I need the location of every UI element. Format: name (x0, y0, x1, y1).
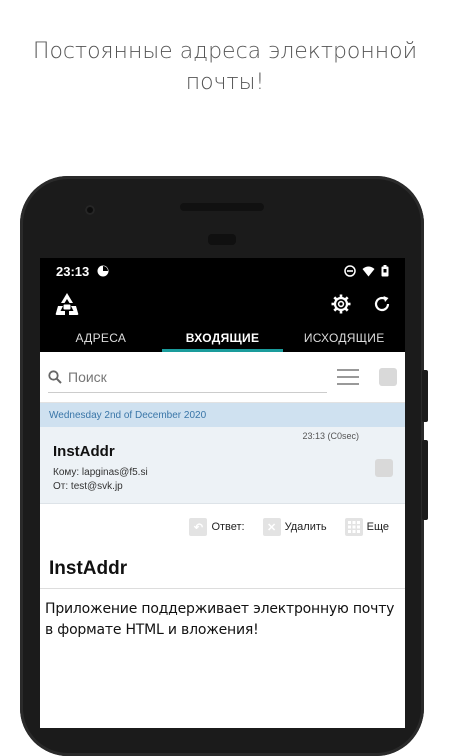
promo-headline: Постоянные адреса электронной почты! (0, 36, 450, 98)
date-header: Wednesday 2nd of December 2020 (40, 403, 405, 427)
tab-addresses[interactable]: АДРЕСА (40, 324, 162, 352)
phone-screen: 23:13 АДРЕСА ВХОДЯЩИЕ ИСХОДЯЩИЕ Поиск We… (40, 258, 405, 728)
mail-list-item[interactable]: 23:13 (C0sec) InstAddr Кому: lapginas@f5… (40, 427, 405, 504)
front-camera (85, 205, 95, 215)
search-input[interactable]: Поиск (48, 362, 327, 393)
grid-icon (344, 518, 363, 536)
mail-sender: InstAddr (53, 443, 115, 460)
gear-icon[interactable] (331, 294, 351, 314)
mail-to: Кому: lapginas@f5.si (53, 467, 148, 478)
dnd-icon (344, 265, 356, 277)
more-button[interactable]: Еще (344, 518, 389, 536)
volume-button (422, 370, 428, 422)
earpiece-speaker (180, 203, 264, 211)
app-bar (40, 284, 405, 324)
delete-label: Удалить (284, 521, 327, 533)
reply-button[interactable]: ↶ Ответ: (189, 518, 245, 536)
message-subject: InstAddr (40, 550, 405, 589)
promo-headline-line1: Постоянные адреса электронной (32, 39, 418, 64)
promo-headline-line2: почты! (185, 70, 265, 95)
menu-icon[interactable] (337, 369, 359, 385)
wifi-icon (362, 266, 375, 277)
mail-checkbox[interactable] (375, 459, 393, 477)
delete-icon: ✕ (262, 518, 281, 536)
message-actions: ↶ Ответ: ✕ Удалить Еще (40, 504, 405, 550)
mail-from: От: test@svk.jp (53, 481, 123, 492)
reply-icon: ↶ (189, 518, 208, 536)
delete-button[interactable]: ✕ Удалить (262, 518, 327, 536)
search-placeholder: Поиск (68, 368, 107, 385)
reply-label: Ответ: (211, 521, 245, 533)
more-label: Еще (366, 521, 389, 533)
message-body: Приложение поддерживает электронную почт… (45, 601, 395, 638)
select-all-checkbox[interactable] (379, 368, 397, 386)
status-time: 23:13 (56, 263, 90, 279)
tab-outbox[interactable]: ИСХОДЯЩИЕ (283, 324, 405, 352)
status-bar: 23:13 (40, 258, 405, 284)
recycle-icon[interactable] (54, 292, 80, 316)
tab-bar: АДРЕСА ВХОДЯЩИЕ ИСХОДЯЩИЕ (40, 324, 405, 352)
refresh-icon[interactable] (373, 295, 391, 313)
app-notification-icon (97, 265, 109, 277)
mail-time: 23:13 (C0sec) (302, 431, 359, 441)
search-icon (48, 369, 62, 384)
tab-inbox[interactable]: ВХОДЯЩИЕ (161, 324, 284, 352)
search-row: Поиск (40, 352, 405, 403)
battery-icon (381, 265, 389, 277)
power-button (422, 440, 428, 520)
proximity-sensor (208, 234, 236, 245)
